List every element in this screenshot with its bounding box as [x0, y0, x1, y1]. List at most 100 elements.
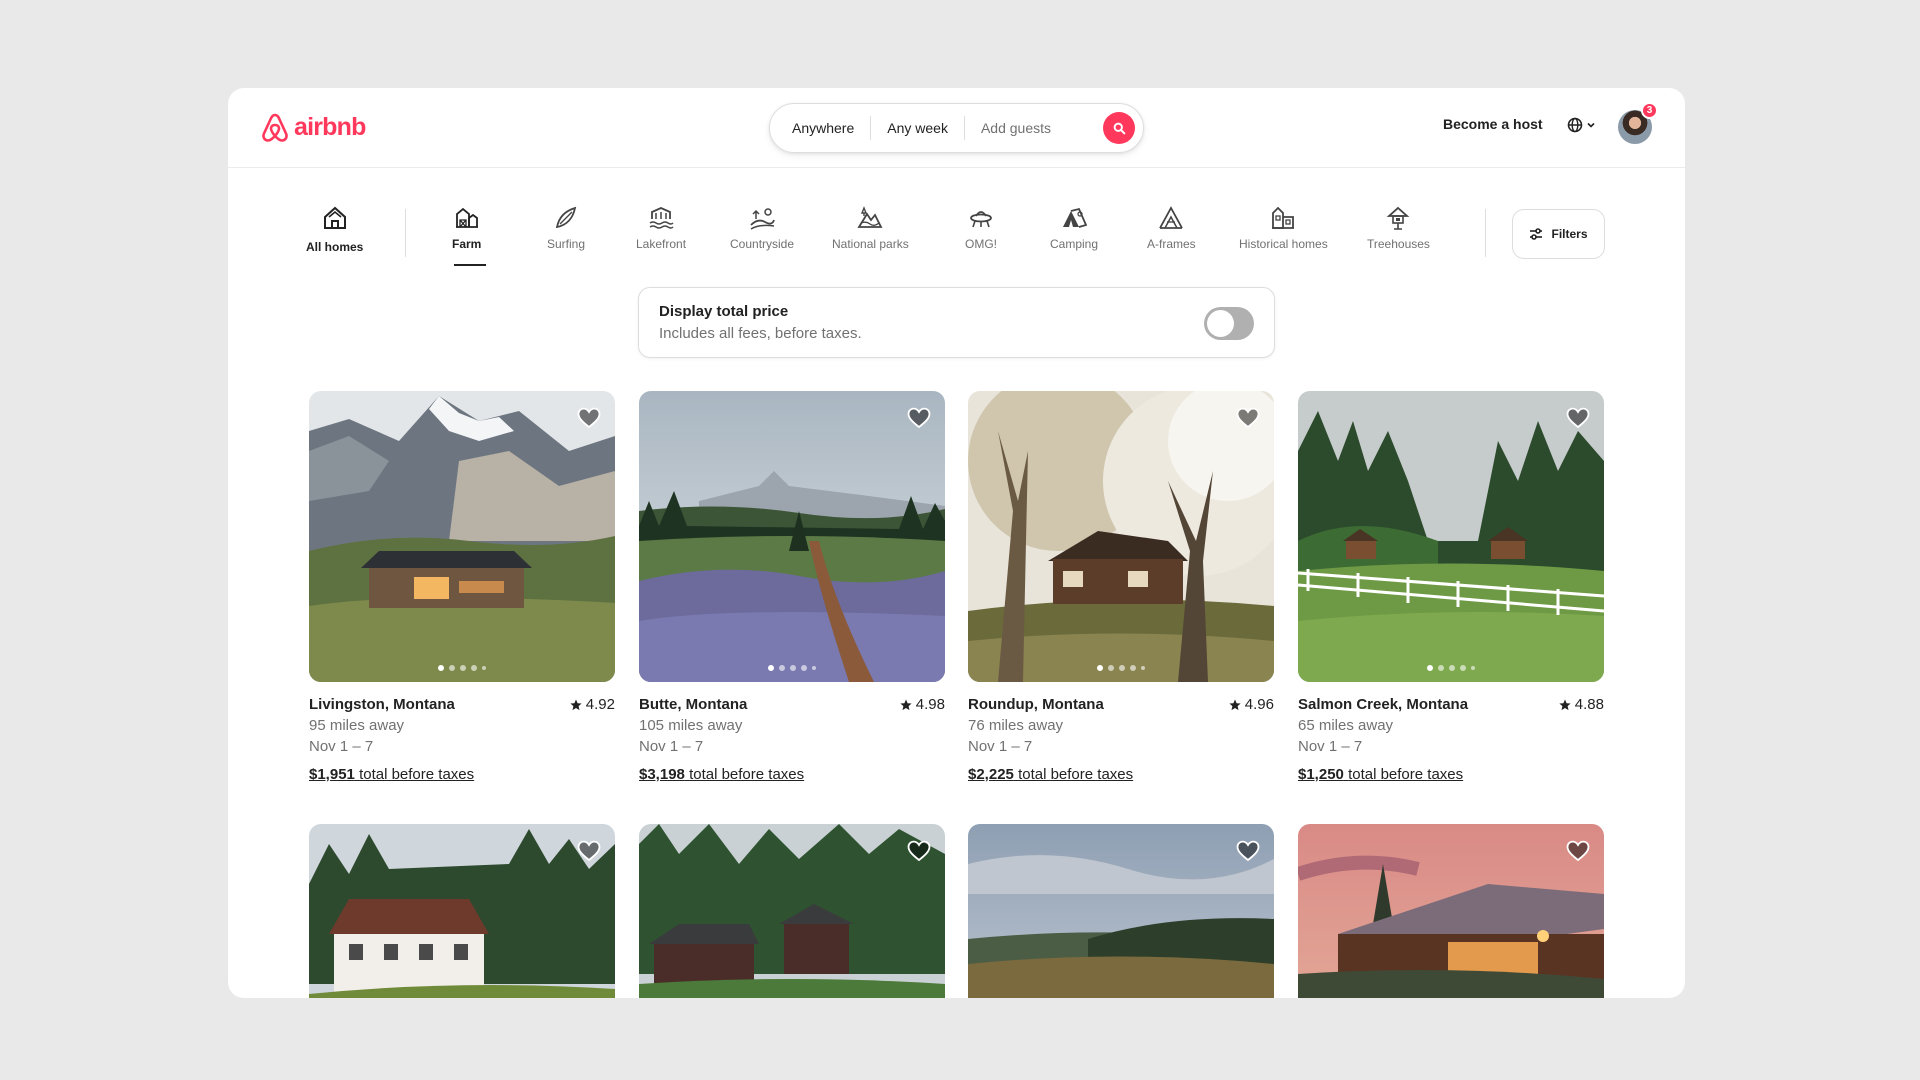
profile-menu[interactable]: 3 [1618, 102, 1658, 144]
listing-card[interactable] [309, 824, 615, 998]
category-countryside[interactable]: Countryside [730, 205, 794, 251]
category-lakefront[interactable]: Lakefront [636, 205, 686, 251]
category-all-homes[interactable]: All homes [306, 205, 363, 254]
category-divider [405, 209, 406, 257]
listing-distance: 105 miles away [639, 717, 743, 734]
favorite-heart-icon[interactable] [1566, 406, 1590, 430]
favorite-heart-icon[interactable] [1236, 406, 1260, 430]
price-amount: $1,250 [1298, 766, 1344, 783]
search-any-week[interactable]: Any week [871, 116, 964, 140]
total-price-card: Display total price Includes all fees, b… [638, 287, 1275, 358]
category-label: Countryside [730, 237, 795, 251]
search-bar[interactable]: Anywhere Any week Add guests [769, 103, 1144, 153]
category-label: Surfing [547, 237, 586, 251]
logo-wordmark: airbnb [294, 112, 366, 141]
farm-icon [455, 207, 478, 228]
category-national-parks[interactable]: National parks [832, 205, 909, 251]
chevron-down-icon [1587, 122, 1595, 128]
ufo-icon [970, 211, 992, 228]
category-label: Lakefront [636, 237, 687, 251]
favorite-heart-icon[interactable] [1236, 839, 1260, 863]
listing-price[interactable]: $2,225 total before taxes [968, 764, 1274, 785]
countryside-icon [750, 208, 775, 230]
favorite-heart-icon[interactable] [907, 839, 931, 863]
surfboard-icon [555, 206, 577, 229]
category-surfing[interactable]: Surfing [547, 205, 585, 251]
total-price-toggle[interactable] [1204, 307, 1254, 340]
forest-lodge-image [639, 824, 945, 998]
blossom-tree-cabin-image [968, 391, 1274, 682]
listing-price[interactable]: $3,198 total before taxes [639, 764, 945, 785]
star-icon [1229, 699, 1241, 710]
favorite-heart-icon[interactable] [1566, 839, 1590, 863]
listing-photo[interactable] [639, 824, 945, 998]
globe-icon [1567, 117, 1583, 133]
notification-badge: 3 [1641, 102, 1658, 119]
historical-home-icon [1272, 206, 1295, 229]
total-price-title: Display total price [659, 303, 789, 320]
category-label: Treehouses [1367, 237, 1430, 251]
listing-card[interactable] [639, 824, 945, 998]
home-icon [323, 206, 346, 229]
category-label: A-frames [1147, 237, 1196, 251]
category-camping[interactable]: Camping [1050, 205, 1098, 251]
filters-button[interactable]: Filters [1512, 209, 1605, 259]
listing-card[interactable]: Salmon Creek, Montana 4.88 65 miles away… [1298, 391, 1604, 785]
search-add-guests[interactable]: Add guests [965, 116, 1067, 140]
tent-icon [1063, 207, 1088, 228]
search-anywhere[interactable]: Anywhere [776, 116, 870, 140]
listing-card[interactable]: Livingston, Montana 4.92 95 miles away N… [309, 391, 615, 785]
category-label: National parks [832, 237, 909, 251]
listing-photo[interactable] [639, 391, 945, 682]
listing-photo[interactable] [1298, 824, 1604, 998]
price-suffix: total before taxes [359, 766, 475, 783]
listing-rating: 4.96 [1229, 694, 1274, 715]
listing-card[interactable] [968, 824, 1274, 998]
photo-carousel-dots [1298, 665, 1604, 671]
category-treehouses[interactable]: Treehouses [1367, 205, 1430, 251]
category-omg[interactable]: OMG! [965, 205, 997, 251]
category-label: Camping [1050, 237, 1099, 251]
listing-rating: 4.88 [1559, 694, 1604, 715]
total-price-subtitle: Includes all fees, before taxes. [659, 325, 862, 342]
listing-card[interactable]: Roundup, Montana 4.96 76 miles away Nov … [968, 391, 1274, 785]
ranch-cabins-image [1298, 391, 1604, 682]
language-button[interactable] [1567, 117, 1596, 133]
category-label: OMG! [965, 237, 997, 251]
listing-card[interactable]: Butte, Montana 4.98 105 miles away Nov 1… [639, 391, 945, 785]
listing-price[interactable]: $1,951 total before taxes [309, 764, 615, 785]
farmhouse-meadow-image [309, 824, 615, 998]
favorite-heart-icon[interactable] [577, 839, 601, 863]
become-host-link[interactable]: Become a host [1443, 116, 1543, 132]
listing-distance: 65 miles away [1298, 717, 1394, 734]
category-historical-homes[interactable]: Historical homes [1239, 205, 1328, 251]
listing-photo[interactable] [1298, 391, 1604, 682]
search-button[interactable] [1103, 112, 1135, 144]
category-label: Historical homes [1239, 237, 1328, 251]
category-a-frames[interactable]: A-frames [1147, 205, 1196, 251]
search-icon [1113, 122, 1125, 134]
listing-photo[interactable] [309, 391, 615, 682]
listing-photo[interactable] [309, 824, 615, 998]
listing-dates: Nov 1 – 7 [968, 738, 1033, 755]
listing-distance: 95 miles away [309, 717, 405, 734]
rating-value: 4.92 [585, 696, 615, 713]
national-park-icon [857, 206, 883, 228]
listing-photo[interactable] [968, 391, 1274, 682]
active-category-indicator [454, 264, 486, 266]
listing-price[interactable]: $1,250 total before taxes [1298, 764, 1604, 785]
app-window: airbnb Anywhere Any week Add guests Beco… [228, 88, 1685, 998]
rating-value: 4.96 [1244, 696, 1274, 713]
category-divider [1485, 209, 1486, 257]
listing-dates: Nov 1 – 7 [1298, 738, 1363, 755]
favorite-heart-icon[interactable] [577, 406, 601, 430]
airbnb-logo-icon [262, 113, 288, 142]
airbnb-logo[interactable]: airbnb [260, 109, 366, 145]
a-frame-icon [1159, 206, 1184, 229]
listing-dates: Nov 1 – 7 [639, 738, 704, 755]
filters-label: Filters [1551, 227, 1588, 241]
listing-photo[interactable] [968, 824, 1274, 998]
listing-card[interactable] [1298, 824, 1604, 998]
category-farm[interactable]: Farm [452, 205, 481, 251]
favorite-heart-icon[interactable] [907, 406, 931, 430]
